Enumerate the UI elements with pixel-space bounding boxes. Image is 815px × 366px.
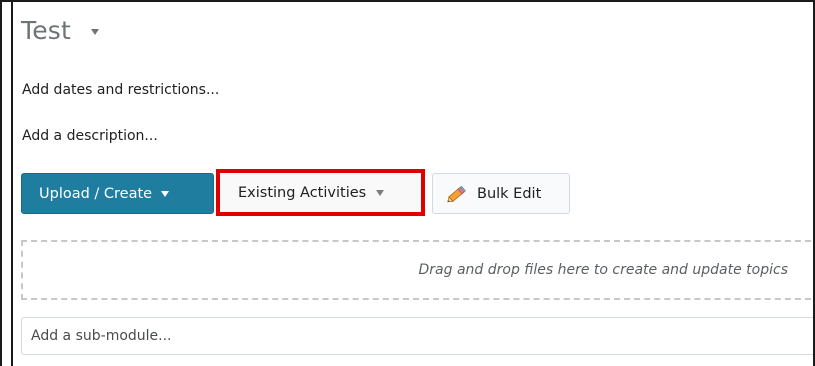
add-description-link[interactable]: Add a description... bbox=[22, 128, 158, 144]
existing-activities-button[interactable]: Existing Activities bbox=[216, 169, 425, 216]
add-submodule-input[interactable] bbox=[21, 317, 813, 355]
module-title: Test bbox=[21, 16, 72, 45]
caret-down-icon[interactable] bbox=[91, 28, 100, 35]
existing-activities-label: Existing Activities bbox=[238, 184, 367, 201]
upload-create-button[interactable]: Upload / Create bbox=[21, 173, 214, 214]
bulk-edit-button[interactable]: Bulk Edit bbox=[432, 173, 570, 214]
module-title-menu[interactable]: Test bbox=[21, 16, 100, 45]
bulk-edit-label: Bulk Edit bbox=[477, 185, 542, 202]
pencil-icon bbox=[445, 184, 469, 204]
drop-zone-hint: Drag and drop files here to create and u… bbox=[418, 262, 788, 278]
content-frame: Test Add dates and restrictions... Add a… bbox=[0, 0, 815, 366]
chevron-down-icon bbox=[376, 189, 385, 196]
chevron-down-icon bbox=[161, 190, 170, 197]
file-drop-zone[interactable]: Drag and drop files here to create and u… bbox=[21, 240, 813, 300]
upload-create-label: Upload / Create bbox=[39, 185, 153, 202]
frame-left-rule bbox=[11, 2, 13, 366]
add-dates-link[interactable]: Add dates and restrictions... bbox=[22, 82, 219, 98]
